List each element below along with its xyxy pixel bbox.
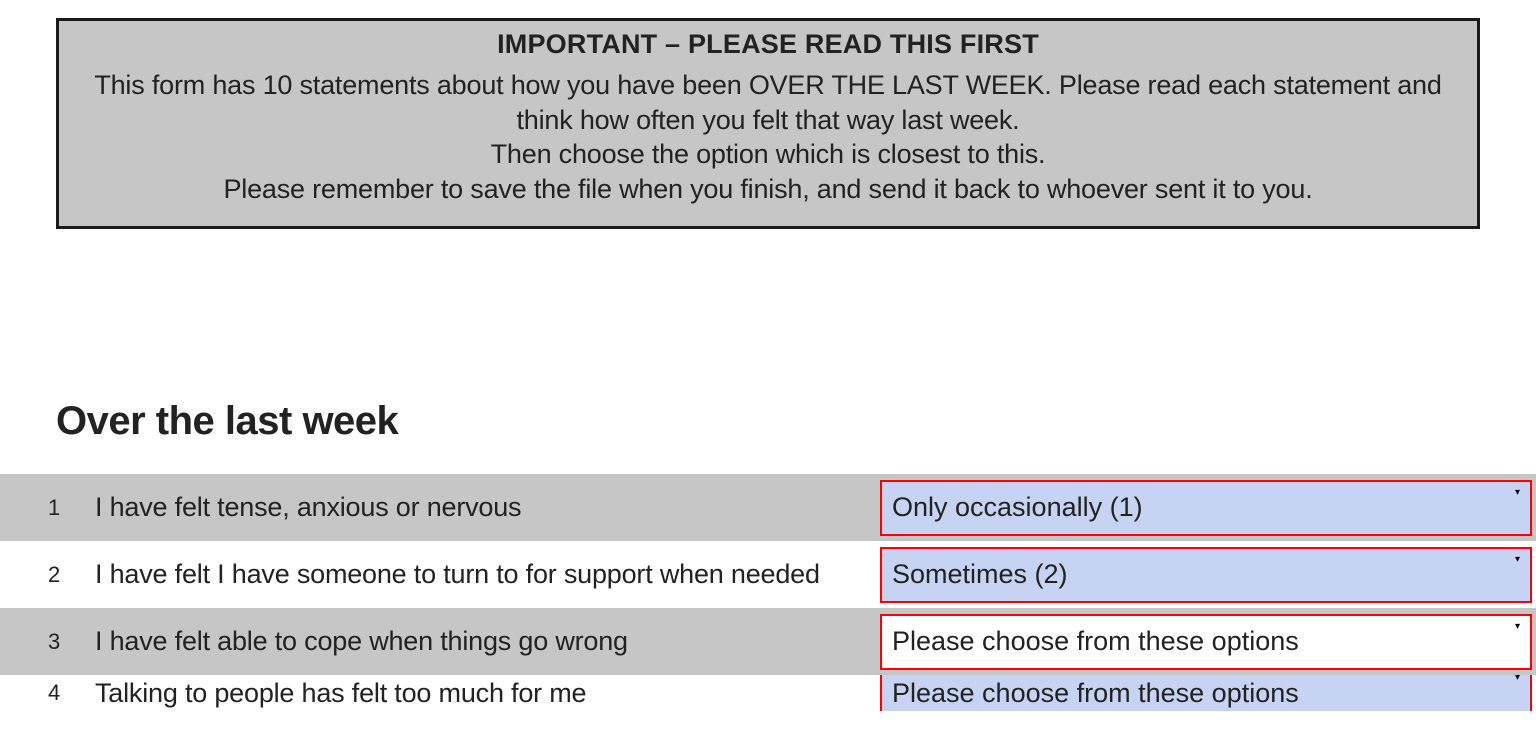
row-number: 2: [0, 541, 95, 608]
instructions-box: IMPORTANT – PLEASE READ THIS FIRST This …: [56, 18, 1480, 229]
chevron-down-icon: ▾: [1515, 622, 1520, 632]
table-row: 2 I have felt I have someone to turn to …: [0, 541, 1536, 608]
instructions-title: IMPORTANT – PLEASE READ THIS FIRST: [77, 29, 1459, 60]
row-select-wrap: Please choose from these options ▾: [880, 608, 1536, 675]
row-select-wrap: Sometimes (2) ▾: [880, 541, 1536, 608]
row-number: 1: [0, 474, 95, 541]
row-statement: Talking to people has felt too much for …: [95, 675, 880, 711]
response-select[interactable]: Only occasionally (1) ▾: [880, 480, 1532, 536]
statement-rows: 1 I have felt tense, anxious or nervous …: [0, 474, 1536, 711]
response-value: Please choose from these options: [892, 678, 1299, 709]
response-select[interactable]: Please choose from these options ▾: [880, 675, 1532, 711]
row-select-wrap: Please choose from these options ▾: [880, 675, 1536, 711]
response-select[interactable]: Sometimes (2) ▾: [880, 547, 1532, 603]
chevron-down-icon: ▾: [1515, 488, 1520, 498]
instructions-body: This form has 10 statements about how yo…: [77, 68, 1459, 206]
row-statement: I have felt I have someone to turn to fo…: [95, 541, 880, 608]
response-value: Sometimes (2): [892, 559, 1068, 590]
table-row: 3 I have felt able to cope when things g…: [0, 608, 1536, 675]
instructions-line2: Then choose the option which is closest …: [491, 139, 1046, 169]
response-value: Only occasionally (1): [892, 492, 1143, 523]
row-number: 3: [0, 608, 95, 675]
instructions-line3: Please remember to save the file when yo…: [223, 174, 1312, 204]
chevron-down-icon: ▾: [1515, 675, 1520, 683]
instructions-line1: This form has 10 statements about how yo…: [94, 70, 1441, 135]
table-row: 4 Talking to people has felt too much fo…: [0, 675, 1536, 711]
table-row: 1 I have felt tense, anxious or nervous …: [0, 474, 1536, 541]
response-select[interactable]: Please choose from these options ▾: [880, 614, 1532, 670]
chevron-down-icon: ▾: [1515, 555, 1520, 565]
section-title: Over the last week: [56, 399, 1536, 444]
response-value: Please choose from these options: [892, 626, 1299, 657]
row-statement: I have felt tense, anxious or nervous: [95, 474, 880, 541]
row-statement: I have felt able to cope when things go …: [95, 608, 880, 675]
row-select-wrap: Only occasionally (1) ▾: [880, 474, 1536, 541]
row-number: 4: [0, 675, 95, 711]
